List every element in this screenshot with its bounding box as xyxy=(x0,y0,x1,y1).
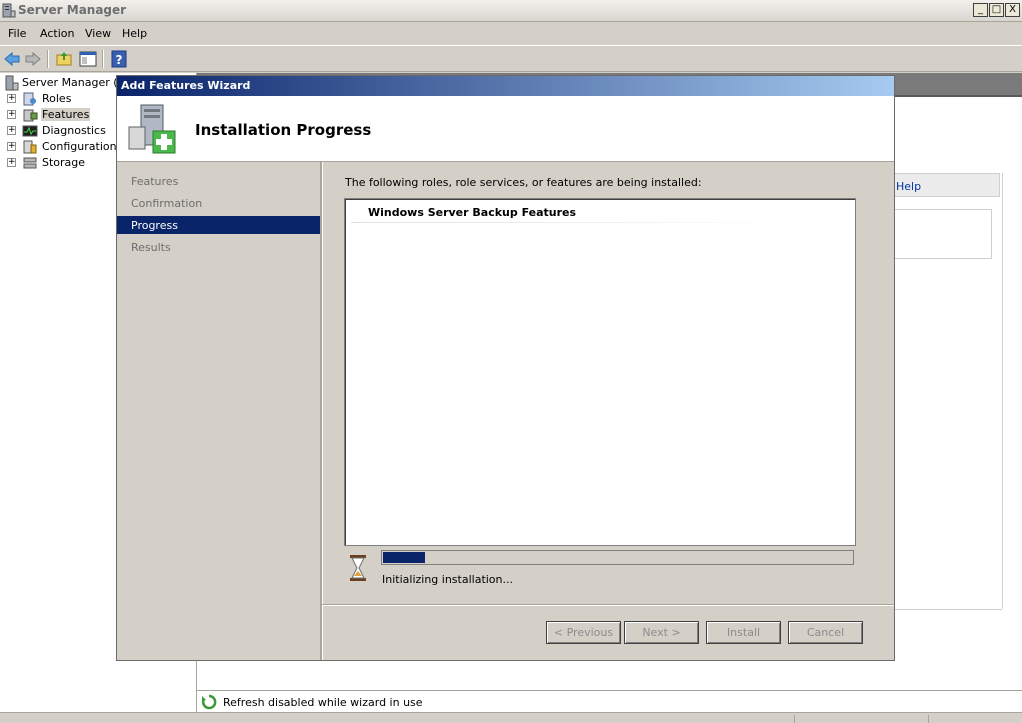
list-item-divider xyxy=(351,222,801,223)
diagnostics-icon xyxy=(22,125,38,137)
tree-item-label: Features xyxy=(41,108,91,121)
svg-text:?: ? xyxy=(116,53,123,67)
pane-divider xyxy=(894,609,1002,610)
window-controls: _ □ X xyxy=(973,3,1020,17)
cancel-button[interactable]: Cancel xyxy=(788,621,863,644)
progress-status: Initializing installation... xyxy=(382,573,514,586)
expand-icon[interactable]: + xyxy=(7,94,16,103)
installation-progress-bar xyxy=(381,550,854,565)
step-results[interactable]: Results xyxy=(117,238,320,256)
status-bar: Refresh disabled while wizard in use xyxy=(197,690,1022,712)
wizard-title: Add Features Wizard xyxy=(121,79,251,92)
next-button[interactable]: Next > xyxy=(624,621,699,644)
bottom-strip xyxy=(0,712,1022,723)
main-title-bar: Server Manager _ □ X xyxy=(0,0,1022,22)
menu-file[interactable]: File xyxy=(8,27,26,40)
up-folder-icon[interactable] xyxy=(55,50,73,68)
window-title: Server Manager xyxy=(18,3,127,17)
back-arrow-icon[interactable] xyxy=(3,50,21,68)
step-label: Progress xyxy=(131,219,178,232)
wizard-steps: Features Confirmation Progress Results xyxy=(117,162,321,660)
forward-arrow-icon[interactable] xyxy=(24,50,42,68)
step-confirmation[interactable]: Confirmation xyxy=(117,194,320,212)
tree-item-label: Configuration xyxy=(42,140,117,153)
list-item: Windows Server Backup Features xyxy=(368,206,577,219)
wizard-content: The following roles, role services, or f… xyxy=(322,162,894,604)
menu-bar: File Action View Help xyxy=(0,22,1022,44)
expand-icon[interactable]: + xyxy=(7,126,16,135)
configuration-icon xyxy=(23,140,37,154)
page-title: Installation Progress xyxy=(195,121,372,139)
add-features-icon xyxy=(128,104,176,154)
add-features-wizard: Add Features Wizard Installation Progres… xyxy=(116,75,895,661)
progress-fill xyxy=(383,552,425,563)
server-manager-icon xyxy=(5,75,19,91)
wizard-button-bar: < Previous Next > Install Cancel xyxy=(322,604,894,661)
menu-help[interactable]: Help xyxy=(122,27,147,40)
storage-icon xyxy=(23,157,37,169)
tree-item-label: Storage xyxy=(42,156,86,169)
step-label: Confirmation xyxy=(131,197,203,210)
features-icon xyxy=(23,109,38,122)
installing-features-list[interactable]: Windows Server Backup Features xyxy=(344,198,856,546)
tree-item-label: Diagnostics xyxy=(42,124,106,137)
close-button[interactable]: X xyxy=(1005,3,1020,17)
actions-panel xyxy=(894,209,992,259)
menu-action[interactable]: Action xyxy=(40,27,74,40)
wizard-title-bar: Add Features Wizard xyxy=(117,76,894,96)
step-features[interactable]: Features xyxy=(117,172,320,190)
hourglass-icon xyxy=(350,555,366,581)
expand-icon[interactable]: + xyxy=(7,158,16,167)
step-label: Results xyxy=(131,241,171,254)
server-manager-icon xyxy=(2,3,16,18)
roles-icon xyxy=(23,92,36,106)
tree-item-label: Roles xyxy=(42,92,72,105)
minimize-button[interactable]: _ xyxy=(973,3,988,17)
expand-icon[interactable]: + xyxy=(7,110,16,119)
step-progress[interactable]: Progress xyxy=(117,216,320,234)
toolbar-separator xyxy=(102,50,104,68)
wizard-header: Installation Progress xyxy=(117,96,894,162)
help-link[interactable]: Help xyxy=(896,180,921,193)
previous-button[interactable]: < Previous xyxy=(546,621,621,644)
maximize-button[interactable]: □ xyxy=(989,3,1004,17)
status-text: Refresh disabled while wizard in use xyxy=(223,696,423,709)
tree-root-label: Server Manager (D xyxy=(22,76,127,89)
show-hide-console-tree-icon[interactable] xyxy=(79,50,97,68)
help-icon[interactable]: ? xyxy=(110,50,128,68)
toolbar-separator xyxy=(47,50,49,68)
expand-icon[interactable]: + xyxy=(7,142,16,151)
pane-divider xyxy=(1002,173,1003,609)
progress-description: The following roles, role services, or f… xyxy=(345,176,702,189)
install-button[interactable]: Install xyxy=(706,621,781,644)
toolbar: ? xyxy=(0,45,1022,72)
menu-view[interactable]: View xyxy=(85,27,111,40)
step-label: Features xyxy=(131,175,179,188)
refresh-icon xyxy=(201,694,217,710)
